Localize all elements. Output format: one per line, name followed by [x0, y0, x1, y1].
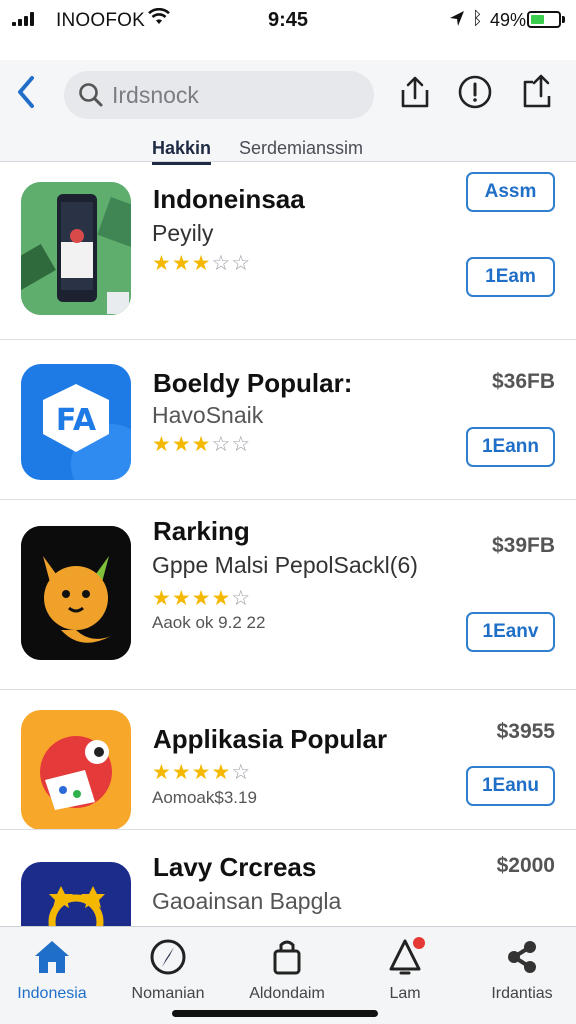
- app-get-button[interactable]: 1Eam: [466, 257, 555, 297]
- svg-text:FA: FA: [56, 403, 97, 438]
- segment-tabs: Hakkin Serdemianssim: [0, 132, 576, 165]
- app-title: Rarking: [153, 516, 250, 546]
- bag-icon: [273, 940, 301, 975]
- app-title: Applikasia Popular: [153, 724, 388, 754]
- tab-label: Aldondaim: [249, 985, 325, 1002]
- list-item[interactable]: Lavy Crcreas Gaoainsan Bapgla $2000: [0, 830, 576, 978]
- app-price: $2000: [496, 854, 555, 877]
- compass-icon: [150, 939, 186, 975]
- app-price: $36FB: [491, 370, 555, 393]
- list-item[interactable]: Rarking Gppe Malsi PepolSackl(6) ★★★★☆ A…: [0, 500, 576, 689]
- star-filled-icon: ★: [152, 252, 172, 275]
- bluetooth-icon: ᛒ: [472, 8, 483, 28]
- rating-stars: ★★★★☆: [152, 586, 251, 611]
- app-title: Lavy Crcreas: [153, 852, 317, 882]
- home-indicator[interactable]: [172, 1010, 378, 1017]
- search-bar[interactable]: [64, 71, 374, 119]
- star-filled-icon: ★: [191, 761, 212, 784]
- battery-percentage: 49%: [490, 10, 527, 30]
- tab-aldondaim[interactable]: Aldondaim: [232, 935, 342, 1003]
- star-filled-icon: ★: [152, 433, 172, 456]
- app-subtitle: Peyily: [152, 220, 214, 246]
- star-empty-icon: ☆: [231, 761, 252, 784]
- list-item[interactable]: Indoneinsaa Peyily ★★★☆☆ Assm 1Eam: [0, 162, 576, 340]
- star-filled-icon: ★: [171, 252, 192, 275]
- star-filled-icon: ★: [211, 587, 232, 610]
- app-price: $3955: [496, 720, 555, 743]
- star-empty-icon: ☆: [231, 587, 252, 610]
- tab-label: Nomanian: [131, 985, 205, 1002]
- location-icon: [450, 11, 464, 26]
- app-subtitle: HavoSnaik: [152, 402, 264, 428]
- app-meta: Aomoak$3.19: [152, 788, 257, 807]
- battery-cap: [562, 16, 565, 23]
- tab-indonesia[interactable]: Indonesia: [0, 935, 107, 1003]
- star-filled-icon: ★: [171, 433, 192, 456]
- share-nodes-icon: [508, 941, 536, 973]
- star-filled-icon: ★: [152, 761, 172, 784]
- info-icon[interactable]: [457, 74, 493, 110]
- home-icon: [35, 941, 69, 973]
- battery-level: [531, 15, 544, 24]
- app-get-button[interactable]: 1Eanu: [466, 766, 555, 806]
- tab-label: Irdantias: [491, 985, 553, 1002]
- app-subtitle: Gaoainsan Bapgla: [152, 888, 342, 914]
- tab-label: Indonesia: [17, 985, 87, 1002]
- star-filled-icon: ★: [191, 587, 212, 610]
- rating-stars: ★★★☆☆: [152, 251, 251, 276]
- bird-mascot-icon: [21, 710, 131, 830]
- app-icon-fa: FA: [21, 364, 131, 480]
- tab-serdemianssim[interactable]: Serdemianssim: [239, 138, 363, 159]
- star-filled-icon: ★: [191, 433, 212, 456]
- star-filled-icon: ★: [152, 587, 172, 610]
- star-filled-icon: ★: [171, 587, 192, 610]
- export-icon[interactable]: [519, 74, 555, 110]
- tab-nomanian[interactable]: Nomanian: [113, 935, 223, 1003]
- share-icon[interactable]: [397, 74, 433, 110]
- app-icon-phone: [21, 182, 131, 315]
- search-input[interactable]: [112, 71, 362, 119]
- navigation-bar: [0, 60, 576, 132]
- app-title: Boeldy Popular:: [153, 368, 353, 398]
- star-empty-icon: ☆: [231, 252, 252, 275]
- star-empty-icon: ☆: [231, 433, 252, 456]
- list-item[interactable]: Applikasia Popular ★★★★☆ Aomoak$3.19 $39…: [0, 690, 576, 830]
- list-item[interactable]: FA Boeldy Popular: HavoSnaik ★★★☆☆ $36FB…: [0, 340, 576, 499]
- phone-illustration-icon: [21, 182, 131, 315]
- star-filled-icon: ★: [191, 252, 212, 275]
- rating-stars: ★★★★☆: [152, 760, 251, 785]
- app-icon-fox: [21, 526, 131, 660]
- bell-icon: [389, 937, 425, 975]
- app-title: Indoneinsaa: [153, 184, 305, 214]
- star-empty-icon: ☆: [211, 252, 232, 275]
- star-filled-icon: ★: [171, 761, 192, 784]
- app-icon-bird: [21, 710, 131, 830]
- status-bar: INOOFOK 9:45 ᛒ 49%: [0, 0, 576, 40]
- tab-label: Lam: [389, 985, 421, 1002]
- rating-stars: ★★★☆☆: [152, 432, 251, 457]
- tab-irdantias[interactable]: Irdantias: [467, 935, 576, 1003]
- app-price: $39FB: [491, 534, 555, 557]
- app-action-button[interactable]: Assm: [466, 172, 555, 212]
- fa-logo-icon: FA: [21, 364, 131, 480]
- battery-icon: [527, 11, 561, 28]
- tab-lam[interactable]: Lam: [350, 935, 460, 1003]
- star-filled-icon: ★: [211, 761, 232, 784]
- tab-hakkin[interactable]: Hakkin: [152, 138, 212, 165]
- back-chevron-icon[interactable]: [10, 72, 44, 112]
- fox-mascot-icon: [21, 526, 131, 660]
- app-get-button[interactable]: 1Eann: [466, 427, 555, 467]
- star-empty-icon: ☆: [211, 433, 232, 456]
- app-subtitle: Gppe Malsi PepolSackl(6): [152, 552, 418, 578]
- app-get-button[interactable]: 1Eanv: [466, 612, 555, 652]
- search-icon: [79, 83, 103, 107]
- app-meta: Aaok ok 9.2 22: [152, 613, 266, 632]
- notification-badge: [413, 937, 425, 949]
